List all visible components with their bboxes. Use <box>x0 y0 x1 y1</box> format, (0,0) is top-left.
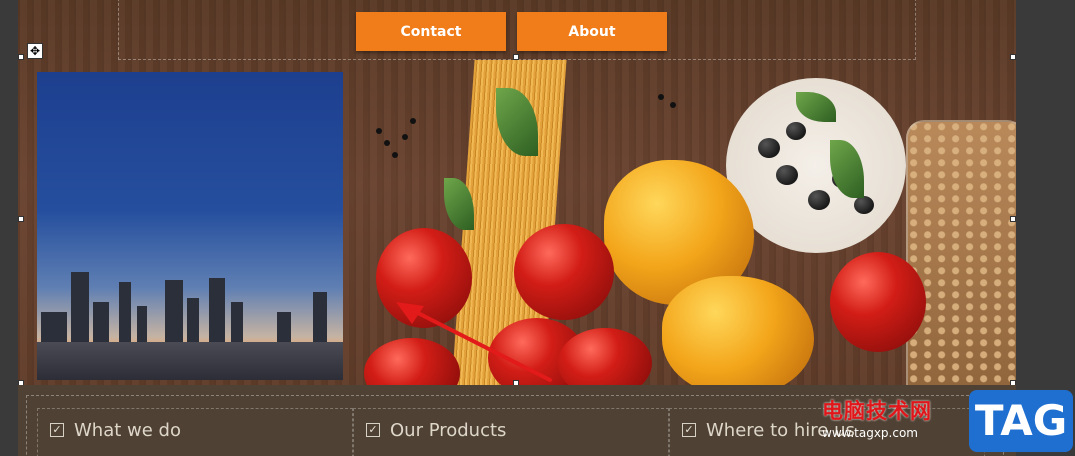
peppercorn-decor <box>658 94 664 100</box>
pasta-jar-decor <box>906 120 1016 424</box>
watermark-url: www.tagxp.com <box>822 426 918 440</box>
resize-handle-middle-left[interactable] <box>18 216 24 222</box>
resize-handle-top-right[interactable] <box>1010 54 1016 60</box>
tomato-decor <box>830 252 926 352</box>
contact-button[interactable]: Contact <box>356 12 506 51</box>
watermark-logo: TAG <box>969 390 1073 452</box>
peppercorn-decor <box>402 134 408 140</box>
building-shape <box>119 282 131 342</box>
building-shape <box>41 312 67 342</box>
building-shape <box>187 298 199 342</box>
building-shape <box>231 302 243 342</box>
feature-label: Our Products <box>390 420 507 441</box>
checkbox-icon: ✓ <box>682 423 696 437</box>
building-shape <box>71 272 89 342</box>
peppercorn-decor <box>410 118 416 124</box>
olive-decor <box>854 196 874 214</box>
resize-handle-middle-right[interactable] <box>1010 216 1016 222</box>
peppercorn-decor <box>670 102 676 108</box>
yellow-pepper-decor <box>662 276 814 396</box>
peppercorn-decor <box>392 152 398 158</box>
checkbox-icon: ✓ <box>366 423 380 437</box>
olive-decor <box>776 165 798 185</box>
move-icon[interactable]: ✥ <box>27 43 43 59</box>
building-shape <box>137 306 147 342</box>
checkbox-icon: ✓ <box>50 423 64 437</box>
feature-column-what-we-do[interactable]: ✓ What we do <box>37 408 353 456</box>
peppercorn-decor <box>376 128 382 134</box>
building-shape <box>209 278 225 342</box>
about-button[interactable]: About <box>517 12 667 51</box>
olive-decor <box>808 190 830 210</box>
feature-label: What we do <box>74 420 181 441</box>
city-skyline-image[interactable] <box>37 72 343 380</box>
peppercorn-decor <box>384 140 390 146</box>
olive-decor <box>758 138 780 158</box>
resize-handle-top-center[interactable] <box>513 54 519 60</box>
editor-canvas: Contact About ✥ ✓ What we do ✓ Our Produ… <box>0 0 1075 456</box>
building-shape <box>93 302 109 342</box>
olive-decor <box>786 122 806 140</box>
watermark-site-name: 电脑技术网 <box>822 399 932 423</box>
building-shape <box>165 280 183 342</box>
water-reflection <box>37 342 343 380</box>
building-shape <box>277 312 291 342</box>
feature-column-our-products[interactable]: ✓ Our Products <box>353 408 669 456</box>
building-shape <box>313 292 327 342</box>
resize-handle-top-left[interactable] <box>18 54 24 60</box>
red-arrow-annotation <box>396 302 552 382</box>
